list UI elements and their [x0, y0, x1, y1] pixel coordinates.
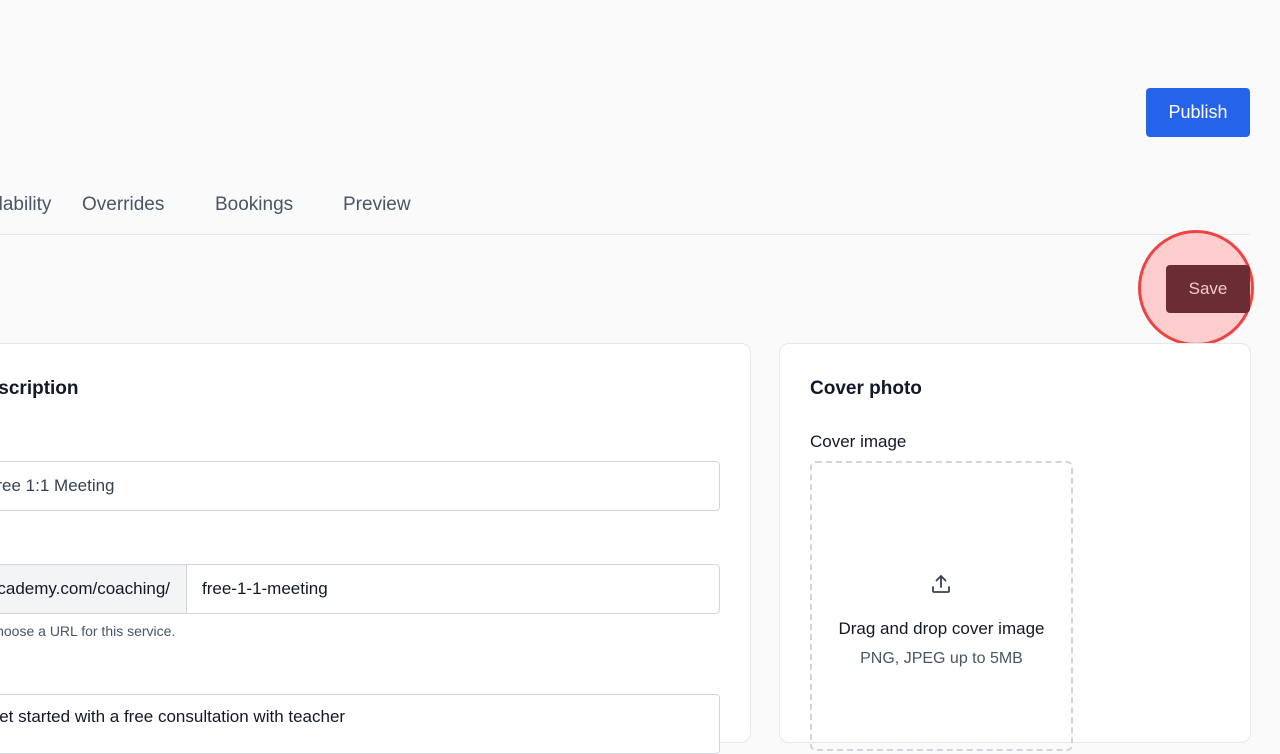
url-prefix-text: academy.com/coaching/: [0, 579, 170, 598]
upload-icon: [932, 575, 950, 593]
description-value: Get started with a free consultation wit…: [0, 707, 346, 726]
dropzone-text: Drag and drop cover image: [838, 619, 1045, 638]
cover-image-label: Cover image: [810, 432, 907, 451]
tab-preview[interactable]: Preview: [343, 194, 411, 216]
publish-button[interactable]: Publish: [1146, 88, 1250, 137]
tab-overrides[interactable]: Overrides: [82, 194, 164, 216]
url-slug-input[interactable]: [187, 565, 717, 613]
tab-availability[interactable]: Availability: [0, 194, 51, 216]
url-helper-text: Choose a URL for this service.: [0, 623, 176, 639]
details-card: [0, 343, 751, 743]
cover-image-dropzone[interactable]: [810, 461, 1073, 751]
details-card-title: Description: [0, 378, 79, 399]
save-button[interactable]: Save: [1166, 265, 1250, 313]
name-input-value: Free 1:1 Meeting: [0, 476, 115, 495]
url-field-group: academy.com/coaching/: [0, 564, 720, 614]
tab-bar: Availability Overrides Bookings Preview: [0, 180, 1250, 235]
tab-bookings[interactable]: Bookings: [215, 194, 293, 216]
url-prefix: academy.com/coaching/: [0, 565, 187, 613]
cover-photo-title: Cover photo: [810, 378, 922, 399]
dropzone-hint: PNG, JPEG up to 5MB: [860, 650, 1023, 667]
